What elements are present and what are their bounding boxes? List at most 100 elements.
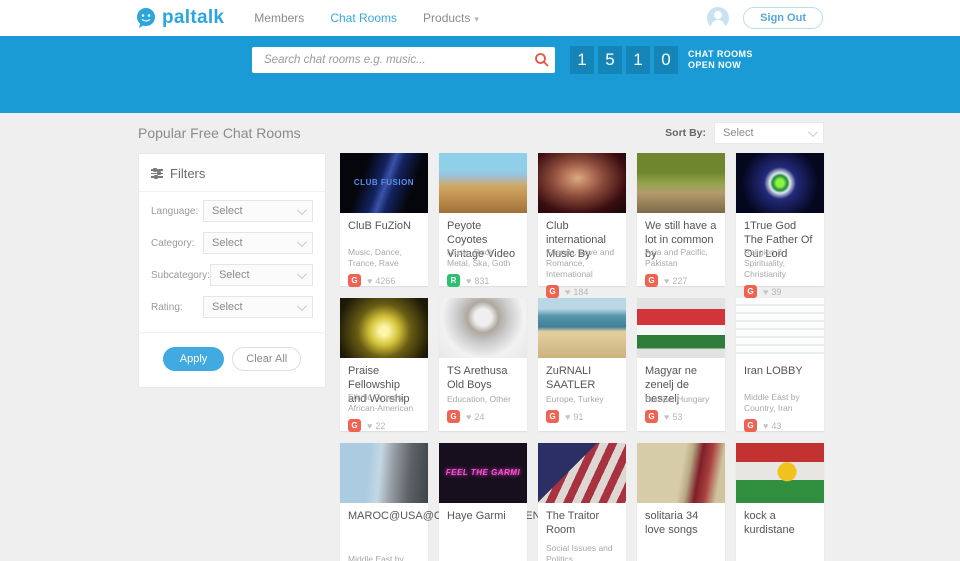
category-select-value: Select — [212, 237, 243, 249]
filters-title: Filters — [170, 166, 205, 181]
chat-room-card[interactable]: Peyote Coyotes Vintage Video Music, Rock… — [439, 153, 527, 286]
chat-room-card[interactable]: CLUB FUSION CluB FuZioN Music, Dance, Tr… — [340, 153, 428, 286]
nav-products[interactable]: Products ▾ — [423, 11, 479, 25]
rating-badge: G — [348, 419, 361, 432]
chat-room-name[interactable]: Praise Fellowship and Worship — [340, 358, 428, 392]
user-avatar[interactable] — [707, 7, 729, 29]
chat-room-card[interactable]: Magyar ne zenelj de beszelj Europe, Hung… — [637, 298, 725, 431]
chat-room-name[interactable]: Club international Music By — [538, 213, 626, 247]
chat-room-card[interactable]: Praise Fellowship and Worship Ethnic Gro… — [340, 298, 428, 431]
sign-out-button[interactable]: Sign Out — [743, 7, 823, 29]
chat-room-card[interactable]: We still have a lot in common by Asia an… — [637, 153, 725, 286]
chat-room-categories: Asia and Pacific, Pakistan — [637, 247, 725, 269]
chat-room-thumbnail — [637, 298, 725, 358]
search-input[interactable] — [252, 47, 529, 73]
rating-badge: G — [645, 410, 658, 423]
chat-room-thumbnail — [736, 298, 824, 358]
search-box — [252, 47, 555, 73]
chevron-down-icon — [297, 237, 307, 247]
chat-room-card[interactable]: kock a kurdistane Europe, Turkey — [736, 443, 824, 561]
search-icon[interactable] — [529, 47, 555, 73]
chat-rooms-grid: CLUB FUSION CluB FuZioN Music, Dance, Tr… — [340, 153, 824, 561]
hearts-count: ♥ 91 — [565, 412, 583, 422]
chat-room-thumbnail — [439, 153, 527, 213]
chat-room-card[interactable]: ZuRNALI SAATLER Europe, Turkey G ♥ 91 — [538, 298, 626, 431]
sort-by: Sort By: Select — [665, 122, 824, 144]
filters-header: Filters — [139, 166, 325, 192]
chat-room-name[interactable]: MAROC@USA@CANADA@EUR@EN — [340, 503, 428, 537]
chat-room-name[interactable]: solitaria 34 love songs — [637, 503, 725, 538]
hearts-value: 227 — [672, 276, 687, 286]
chat-room-name[interactable]: Haye Garmi — [439, 503, 527, 537]
chat-room-categories: Middle East by Country, Morocco — [340, 554, 428, 561]
chat-room-name[interactable]: CluB FuZioN — [340, 213, 428, 247]
filter-label: Subcategory: — [151, 270, 210, 281]
chat-room-name[interactable]: The Traitor Room — [538, 503, 626, 538]
chat-room-name[interactable]: Magyar ne zenelj de beszelj — [637, 358, 725, 394]
paltalk-logo-text: paltalk — [162, 7, 224, 29]
rating-badge: G — [546, 410, 559, 423]
chat-room-card[interactable]: FEEL THE GARMI Haye Garmi Africa, Ethiop… — [439, 443, 527, 561]
navbar-right: Sign Out — [707, 0, 823, 36]
chat-room-card[interactable]: MAROC@USA@CANADA@EUR@EN Middle East by C… — [340, 443, 428, 561]
chevron-down-icon — [297, 301, 307, 311]
rating-badge: G — [744, 285, 757, 298]
chat-room-name[interactable]: 1True God The Father Of Our Lord — [736, 213, 824, 247]
language-select-value: Select — [212, 205, 243, 217]
counter-digit: 0 — [654, 46, 678, 74]
chat-room-thumbnail — [340, 298, 428, 358]
counter-label: CHAT ROOMS OPEN NOW — [688, 49, 753, 72]
filter-row-category: Category: Select — [139, 224, 325, 256]
chat-room-footer: G ♥ 22 — [340, 414, 428, 440]
paltalk-page: paltalk Members Chat Rooms Products ▾ Sig… — [0, 0, 960, 561]
nav-members[interactable]: Members — [254, 11, 304, 25]
heart-icon: ♥ — [466, 412, 471, 422]
chat-room-thumbnail — [637, 443, 725, 503]
chat-room-name[interactable]: kock a kurdistane — [736, 503, 824, 538]
clear-all-button[interactable]: Clear All — [232, 347, 301, 371]
chat-room-card[interactable]: Iran LOBBY Middle East by Country, Iran … — [736, 298, 824, 431]
heart-icon: ♥ — [565, 412, 570, 422]
rating-badge: G — [744, 419, 757, 432]
chat-room-card[interactable]: The Traitor Room Social Issues and Polit… — [538, 443, 626, 561]
main-content: Popular Free Chat Rooms Sort By: Select … — [138, 113, 824, 561]
hearts-count: ♥ 39 — [763, 287, 781, 297]
rating-badge: G — [546, 285, 559, 298]
chat-room-thumbnail: FEEL THE GARMI — [439, 443, 527, 503]
chat-room-card[interactable]: TS Arethusa Old Boys Education, Other G … — [439, 298, 527, 431]
chat-room-thumbnail — [538, 443, 626, 503]
nav-chat-rooms[interactable]: Chat Rooms — [330, 11, 397, 25]
chat-room-card[interactable]: Club international Music By Friends, Lov… — [538, 153, 626, 286]
chat-room-name[interactable]: We still have a lot in common by — [637, 213, 725, 247]
chat-room-name[interactable]: Iran LOBBY — [736, 358, 824, 392]
chat-room-name[interactable]: Peyote Coyotes Vintage Video — [439, 213, 527, 247]
rating-select[interactable]: Select — [203, 296, 313, 318]
sort-by-select[interactable]: Select — [714, 122, 824, 144]
chat-room-footer: G ♥ 91 — [538, 405, 626, 431]
category-select[interactable]: Select — [203, 232, 313, 254]
chat-room-name[interactable]: ZuRNALI SAATLER — [538, 358, 626, 393]
chevron-down-icon: ▾ — [474, 14, 479, 25]
chat-room-card[interactable]: solitaria 34 love songs Europe, Portugal — [637, 443, 725, 561]
hearts-value: 831 — [474, 276, 489, 286]
hearts-count: ♥ 184 — [565, 287, 588, 297]
thumbnail-text: CLUB FUSION — [354, 178, 414, 188]
hearts-count: ♥ 53 — [664, 412, 682, 422]
language-select[interactable]: Select — [203, 200, 313, 222]
chat-room-categories: Europe, Turkey — [538, 394, 626, 405]
paltalk-logo[interactable]: paltalk — [135, 7, 224, 29]
chat-room-card[interactable]: 1True God The Father Of Our Lord Religio… — [736, 153, 824, 286]
hearts-count: ♥ 4266 — [367, 276, 395, 286]
nav-products-label: Products — [423, 11, 470, 25]
filters-panel: Filters Language: Select Category: Selec… — [138, 153, 326, 388]
chat-rooms-counter: 1 5 1 0 CHAT ROOMS OPEN NOW — [570, 46, 753, 74]
chat-room-categories: Music, Rock, Metal, Ska, Goth — [439, 247, 527, 269]
filter-row-language: Language: Select — [139, 192, 325, 224]
filter-label: Category: — [151, 238, 194, 249]
chat-room-name[interactable]: TS Arethusa Old Boys — [439, 358, 527, 393]
chat-room-categories: Education, Other — [439, 394, 527, 405]
apply-button[interactable]: Apply — [163, 347, 225, 371]
content-body: Filters Language: Select Category: Selec… — [138, 153, 824, 561]
heart-icon: ♥ — [466, 276, 471, 286]
subcategory-select[interactable]: Select — [210, 264, 313, 286]
